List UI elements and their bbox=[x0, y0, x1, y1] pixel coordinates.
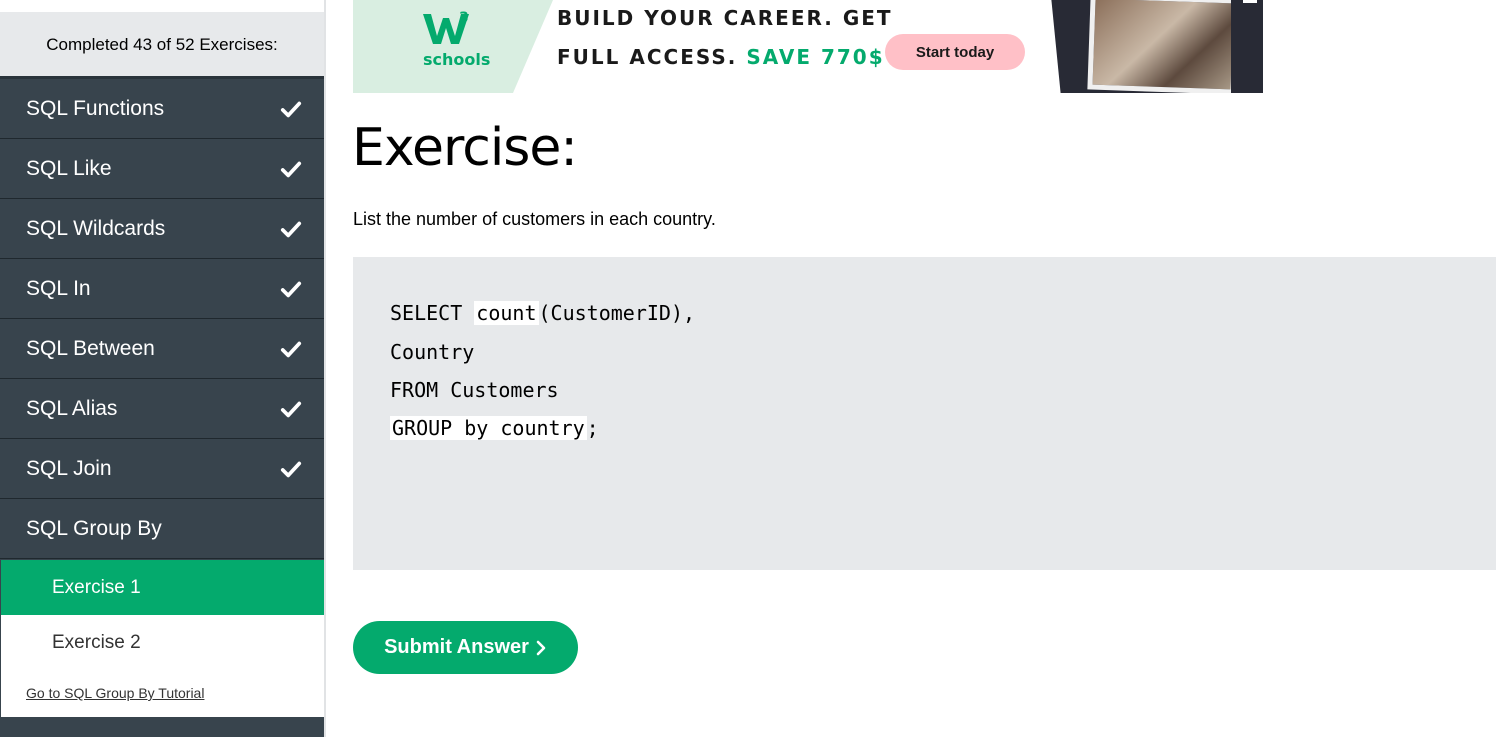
ad-headline-prefix: FULL ACCESS. bbox=[557, 45, 738, 69]
sidebar-item-sql-alias[interactable]: SQL Alias bbox=[0, 380, 324, 439]
ad-photo-image bbox=[1087, 0, 1239, 93]
sidebar-top-spacer bbox=[0, 0, 324, 12]
code-line-3: FROM Customers bbox=[390, 378, 559, 402]
ad-logo-text: schools bbox=[423, 50, 491, 69]
sidebar-item-label: SQL Functions bbox=[26, 97, 165, 120]
sidebar-subitem-exercise-1[interactable]: Exercise 1 bbox=[1, 560, 324, 615]
answer-input-2[interactable]: GROUP by country bbox=[390, 416, 587, 440]
sidebar-item-label: SQL Between bbox=[26, 337, 155, 360]
sidebar-item-label: SQL Wildcards bbox=[26, 217, 166, 240]
code-line-4: GROUP by country; bbox=[390, 416, 599, 440]
code-line-1: SELECT count (CustomerID), bbox=[390, 301, 695, 325]
sidebar-subitem-exercise-2[interactable]: Exercise 2 bbox=[1, 615, 324, 670]
progress-text: Completed 43 of 52 Exercises: bbox=[46, 35, 278, 54]
code-text: FROM Customers bbox=[390, 378, 559, 402]
check-icon bbox=[280, 401, 302, 418]
sidebar-item-sql-in[interactable]: SQL In bbox=[0, 260, 324, 319]
sidebar-item-sql-group-by[interactable]: SQL Group By bbox=[0, 500, 324, 559]
ad-dark-edge bbox=[1231, 0, 1263, 93]
check-icon bbox=[280, 341, 302, 358]
check-icon bbox=[280, 221, 302, 238]
page-title: Exercise: bbox=[352, 118, 578, 178]
submit-label: Submit Answer bbox=[384, 636, 529, 658]
sidebar-item-sql-like[interactable]: SQL Like bbox=[0, 140, 324, 199]
sidebar-item-label: SQL Group By bbox=[26, 517, 162, 540]
cta-label: Start today bbox=[915, 43, 995, 61]
check-icon bbox=[280, 101, 302, 118]
sidebar-item-label: SQL Like bbox=[26, 157, 112, 180]
progress-summary: Completed 43 of 52 Exercises: bbox=[0, 12, 324, 78]
code-editor-panel: SELECT count (CustomerID), Country FROM C… bbox=[353, 257, 1496, 570]
answer-input-1[interactable]: count bbox=[474, 301, 539, 325]
ad-headline-line2: FULL ACCESS. SAVE 770$ bbox=[557, 45, 885, 69]
start-today-button[interactable]: Start today bbox=[885, 34, 1025, 70]
ad-banner[interactable]: 3 schools BUILD YOUR CAREER. GET FULL AC… bbox=[353, 0, 1263, 93]
sidebar-border bbox=[324, 0, 326, 737]
code-text: (CustomerID), bbox=[538, 301, 696, 325]
sidebar-item-sql-functions[interactable]: SQL Functions bbox=[0, 80, 324, 139]
check-icon bbox=[280, 281, 302, 298]
sidebar-subitem-label: Exercise 1 bbox=[52, 576, 141, 598]
sidebar-item-label: SQL Join bbox=[26, 457, 112, 480]
check-icon bbox=[280, 161, 302, 178]
sidebar: Completed 43 of 52 Exercises: SQL Functi… bbox=[0, 0, 326, 737]
ad-headline-line1: BUILD YOUR CAREER. GET bbox=[557, 6, 893, 30]
ad-corner-mark bbox=[1243, 0, 1257, 3]
sidebar-item-label: SQL In bbox=[26, 277, 91, 300]
sidebar-item-label: SQL Alias bbox=[26, 397, 118, 420]
tutorial-link[interactable]: Go to SQL Group By Tutorial bbox=[26, 685, 204, 701]
code-text: ; bbox=[586, 416, 599, 440]
ad-headline-save: SAVE 770$ bbox=[746, 45, 885, 69]
w3schools-logo-icon: 3 bbox=[423, 10, 469, 44]
logo-superscript: 3 bbox=[459, 10, 469, 26]
code-text: SELECT bbox=[390, 301, 475, 325]
chevron-right-icon bbox=[536, 640, 546, 655]
sidebar-item-sql-wildcards[interactable]: SQL Wildcards bbox=[0, 200, 324, 259]
check-icon bbox=[280, 461, 302, 478]
tutorial-link-container: Go to SQL Group By Tutorial bbox=[1, 669, 324, 717]
progress-divider bbox=[0, 76, 324, 79]
sidebar-item-sql-join[interactable]: SQL Join bbox=[0, 440, 324, 499]
code-text: Country bbox=[390, 340, 475, 364]
submit-answer-button[interactable]: Submit Answer bbox=[353, 621, 578, 674]
sidebar-subitem-label: Exercise 2 bbox=[52, 631, 141, 653]
sidebar-item-sql-between[interactable]: SQL Between bbox=[0, 320, 324, 379]
exercise-instruction: List the number of customers in each cou… bbox=[353, 209, 716, 229]
code-line-2: Country bbox=[390, 340, 474, 364]
